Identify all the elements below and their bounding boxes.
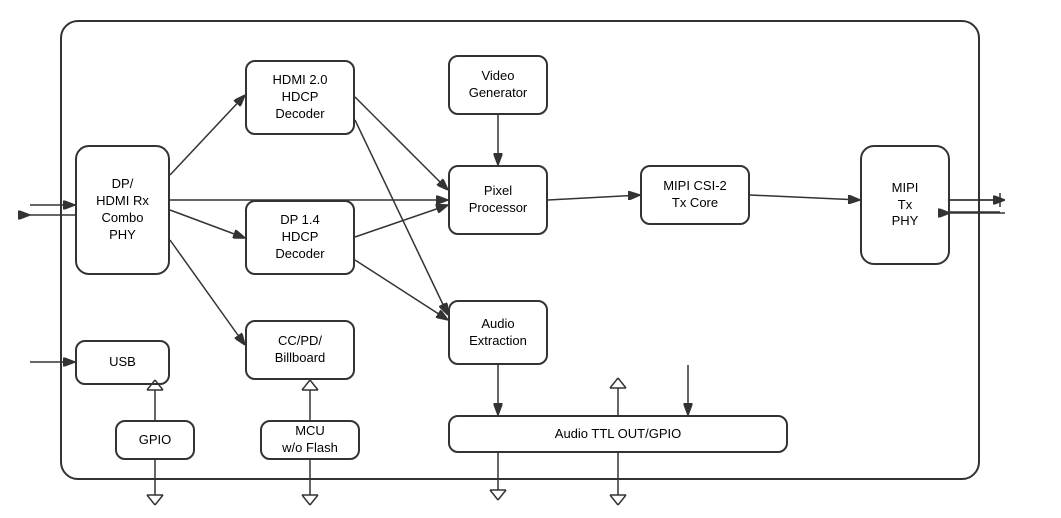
block-audio-extraction: Audio Extraction (448, 300, 548, 365)
block-dp-hdmi-phy: DP/ HDMI Rx Combo PHY (75, 145, 170, 275)
diagram-container: DP/ HDMI Rx Combo PHY USB GPIO MCU w/o F… (0, 0, 1061, 518)
block-mipi-csi2: MIPI CSI-2 Tx Core (640, 165, 750, 225)
block-usb: USB (75, 340, 170, 385)
block-audio-ttl: Audio TTL OUT/GPIO (448, 415, 788, 453)
block-mipi-tx-phy: MIPI Tx PHY (860, 145, 950, 265)
block-ccpd: CC/PD/ Billboard (245, 320, 355, 380)
block-hdmi-decoder: HDMI 2.0 HDCP Decoder (245, 60, 355, 135)
block-mcu: MCU w/o Flash (260, 420, 360, 460)
block-gpio: GPIO (115, 420, 195, 460)
block-pixel-proc: Pixel Processor (448, 165, 548, 235)
block-dp-decoder: DP 1.4 HDCP Decoder (245, 200, 355, 275)
block-video-gen: Video Generator (448, 55, 548, 115)
